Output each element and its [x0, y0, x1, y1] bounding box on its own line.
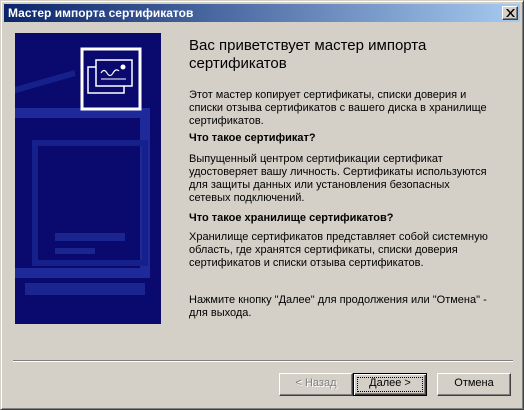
next-button-label: Далее >	[369, 377, 411, 389]
certificate-explanation: Выпущенный центром сертификации сертифик…	[189, 153, 487, 204]
next-button[interactable]: Далее >	[353, 373, 427, 396]
cancel-button-label: Отмена	[454, 377, 494, 389]
banner-graphic	[15, 33, 161, 324]
close-button[interactable]	[502, 6, 518, 20]
wizard-content: Вас приветствует мастер импорта сертифик…	[5, 23, 521, 407]
cancel-button[interactable]: Отмена	[437, 373, 511, 396]
window-title: Мастер импорта сертификатов	[8, 6, 194, 20]
back-button[interactable]: < Назад	[279, 373, 353, 396]
title-bar[interactable]: Мастер импорта сертификатов	[4, 4, 520, 22]
store-question-heading: Что такое хранилище сертификатов?	[189, 212, 394, 224]
back-button-label: < Назад	[295, 377, 337, 389]
footer-instruction: Нажмите кнопку "Далее" для продолжения и…	[189, 294, 487, 319]
import-wizard-window: Мастер импорта сертификатов Вас приветст…	[0, 0, 524, 410]
welcome-heading: Вас приветствует мастер импорта сертифик…	[189, 37, 427, 72]
intro-text: Этот мастер копирует сертификаты, списки…	[189, 89, 487, 127]
wizard-banner	[15, 33, 161, 324]
button-separator	[13, 360, 513, 362]
store-explanation: Хранилище сертификатов представляет собо…	[189, 231, 488, 269]
close-icon	[506, 9, 515, 17]
certificate-question-heading: Что такое сертификат?	[189, 132, 316, 144]
